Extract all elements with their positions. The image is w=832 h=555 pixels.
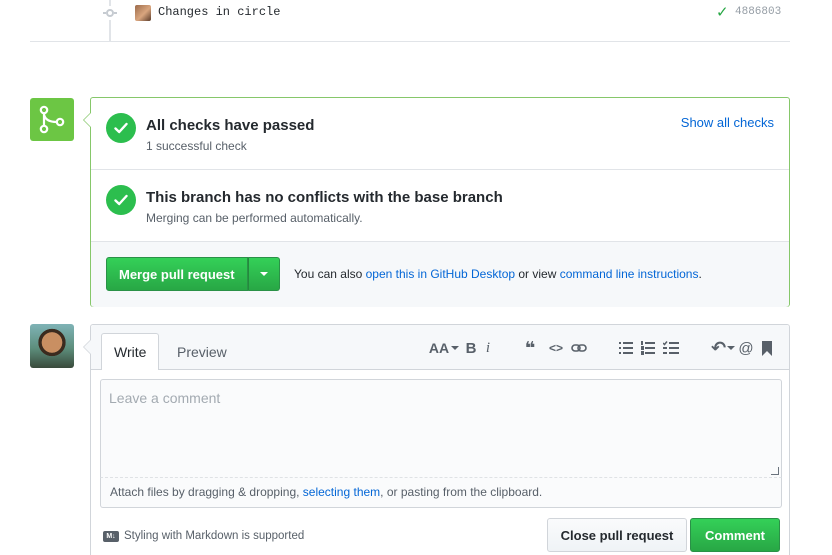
- markdown-hint[interactable]: M↓ Styling with Markdown is supported: [103, 530, 304, 542]
- bookmark-icon[interactable]: [759, 338, 775, 358]
- conflicts-title: This branch has no conflicts with the ba…: [146, 189, 503, 206]
- header-text-icon[interactable]: AA: [429, 338, 460, 358]
- merge-alternatives: You can also open this in GitHub Desktop…: [294, 267, 702, 281]
- attach-files-bar[interactable]: Attach files by dragging & dropping, sel…: [100, 478, 782, 508]
- merge-pull-request-button[interactable]: Merge pull request: [106, 257, 248, 291]
- checks-title: All checks have passed: [146, 117, 315, 134]
- quote-icon[interactable]: ❝: [521, 338, 539, 358]
- select-files-link[interactable]: selecting them: [303, 485, 380, 499]
- conflicts-section: This branch has no conflicts with the ba…: [91, 170, 789, 242]
- mention-icon[interactable]: @: [737, 338, 755, 358]
- commit-row: Changes in circle ✓ 4886803: [30, 0, 790, 42]
- command-line-instructions-link[interactable]: command line instructions: [560, 267, 699, 281]
- code-icon[interactable]: <>: [547, 338, 565, 358]
- tab-write[interactable]: Write: [101, 333, 160, 371]
- avatar[interactable]: [30, 324, 74, 368]
- check-circle-icon: [106, 113, 136, 143]
- caret-down-icon: [259, 272, 268, 276]
- comment-toolbar: Write Preview AA B i ❝ <> ↶ @: [91, 325, 789, 371]
- commit-author-avatar[interactable]: [135, 5, 151, 21]
- comment-body: Leave a comment Attach files by dragging…: [91, 370, 789, 555]
- show-all-checks-link[interactable]: Show all checks: [681, 115, 774, 130]
- merge-method-dropdown[interactable]: [247, 257, 280, 291]
- git-merge-icon: [30, 98, 74, 141]
- check-circle-icon: [106, 185, 136, 215]
- comment-form: Write Preview AA B i ❝ <> ↶ @ Leave a co…: [83, 324, 790, 555]
- task-list-icon[interactable]: [661, 338, 681, 358]
- conflicts-subtitle: Merging can be performed automatically.: [146, 211, 363, 225]
- bold-icon[interactable]: B: [463, 338, 479, 358]
- open-in-desktop-link[interactable]: open this in GitHub Desktop: [366, 267, 515, 281]
- check-icon[interactable]: ✓: [716, 3, 729, 21]
- checks-section: All checks have passed 1 successful chec…: [91, 98, 789, 170]
- unordered-list-icon[interactable]: [617, 338, 635, 358]
- close-pull-request-button[interactable]: Close pull request: [547, 518, 687, 552]
- reply-icon[interactable]: ↶: [711, 338, 736, 358]
- checks-subtitle: 1 successful check: [146, 139, 247, 153]
- tab-preview[interactable]: Preview: [165, 333, 239, 371]
- merge-action-section: Merge pull request You can also open thi…: [91, 242, 789, 307]
- comment-textarea[interactable]: Leave a comment: [100, 379, 782, 478]
- comment-button[interactable]: Comment: [690, 518, 780, 552]
- merge-button-group: Merge pull request: [106, 257, 280, 291]
- markdown-icon: M↓: [103, 530, 119, 542]
- ordered-list-icon[interactable]: [639, 338, 657, 358]
- italic-icon[interactable]: i: [481, 338, 495, 358]
- resize-handle[interactable]: [771, 467, 779, 475]
- commit-message[interactable]: Changes in circle: [158, 5, 280, 19]
- comment-placeholder: Leave a comment: [109, 390, 221, 406]
- link-icon[interactable]: [569, 338, 589, 358]
- commit-icon: [103, 6, 117, 20]
- commit-sha[interactable]: 4886803: [735, 6, 781, 18]
- merge-status-box: All checks have passed 1 successful chec…: [83, 97, 790, 307]
